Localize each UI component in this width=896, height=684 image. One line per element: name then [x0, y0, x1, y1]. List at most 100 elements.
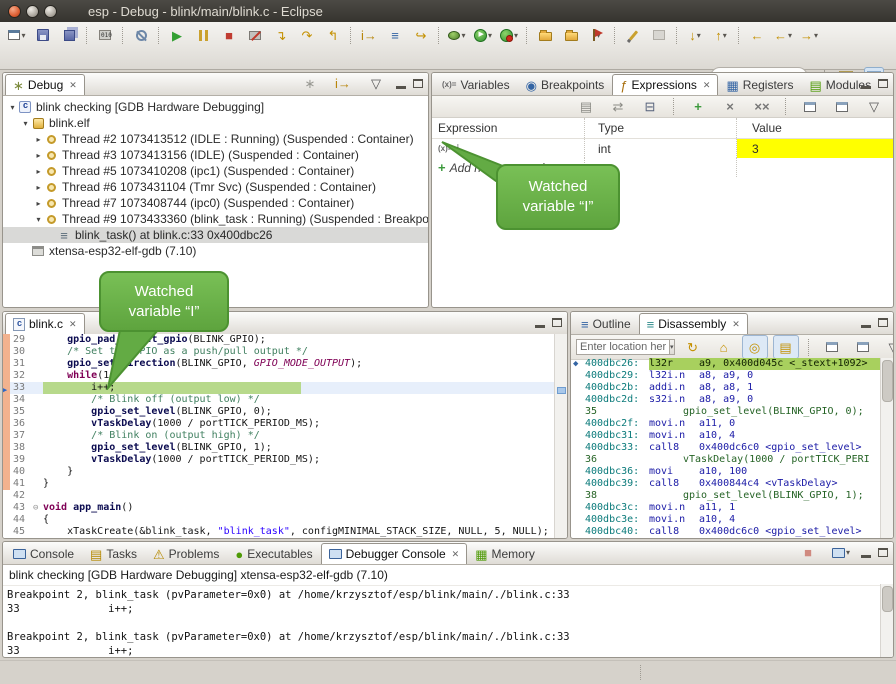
tab-close-icon[interactable]: ✕ [69, 319, 77, 330]
code-line[interactable]: 32 while(1) [3, 370, 555, 382]
run-button[interactable]: ▾ [470, 23, 496, 47]
open-project-button[interactable] [558, 23, 584, 47]
sync-with-context-button[interactable]: ◎ [742, 335, 768, 359]
debug-tree-item[interactable]: ▸Thread #3 1073413156 (IDLE) (Suspended … [3, 147, 428, 163]
forward-button[interactable]: →▾ [796, 23, 822, 47]
code-line[interactable]: 43⊖void app_main() [3, 502, 555, 514]
fold-marker-icon[interactable]: ⊖ [33, 502, 43, 514]
window-minimize-button[interactable] [26, 5, 39, 18]
new-wizard-button[interactable]: ▾ [4, 23, 30, 47]
last-edit-location-button[interactable]: ↓▾ [682, 23, 708, 47]
code-line[interactable]: 36 vTaskDelay(1000 / portTICK_PERIOD_MS)… [3, 418, 555, 430]
annotation-marker[interactable] [557, 387, 566, 394]
maximize-button[interactable] [878, 318, 888, 327]
disassembly-location-input[interactable] [576, 339, 670, 355]
maximize-button[interactable] [413, 79, 423, 88]
save-button[interactable] [30, 23, 56, 47]
collapse-all-button[interactable]: ⊟ [637, 95, 663, 119]
tab-tasks[interactable]: ▤Tasks [82, 543, 145, 564]
disconnect-button[interactable] [242, 23, 268, 47]
debug-tree-item[interactable]: ▾blink.elf [3, 115, 428, 131]
instruction-stepping-button[interactable]: i→ [356, 23, 382, 47]
view-menu-button[interactable]: ▽ [861, 95, 887, 119]
code-line[interactable]: 31 gpio_set_direction(BLINK_GPIO, GPIO_M… [3, 358, 555, 370]
window-maximize-button[interactable] [44, 5, 57, 18]
launch-shortcut-button[interactable]: ▾ [584, 23, 610, 47]
tab-close-icon[interactable]: ✕ [69, 80, 77, 91]
minimize-button[interactable] [861, 86, 871, 89]
debug-tree-item[interactable]: ▸Thread #2 1073413512 (IDLE : Running) (… [3, 131, 428, 147]
terminate-console-button[interactable]: ■ [795, 541, 821, 565]
scrollbar-thumb[interactable] [882, 586, 893, 612]
code-line[interactable]: 29 gpio_pad_select_gpio(BLINK_GPIO); [3, 334, 555, 346]
tree-expander-icon[interactable]: ▸ [33, 183, 44, 192]
go-to-pc-button[interactable]: ⌂ [711, 335, 737, 359]
step-into-button[interactable]: ↴ [268, 23, 294, 47]
tab-console[interactable]: Console [5, 543, 82, 564]
debug-tree-item[interactable]: ▸Thread #6 1073431104 (Tmr Svc) (Suspend… [3, 179, 428, 195]
location-dropdown-icon[interactable]: ▾ [670, 339, 675, 355]
code-line[interactable]: 39 vTaskDelay(1000 / portTICK_PERIOD_MS)… [3, 454, 555, 466]
maximize-button[interactable] [552, 318, 562, 327]
column-expression[interactable]: Expression [432, 118, 585, 138]
new-project-button[interactable] [532, 23, 558, 47]
tab-variables[interactable]: (x)=Variables [434, 74, 518, 95]
code-line[interactable]: 38 gpio_set_level(BLINK_GPIO, 1); [3, 442, 555, 454]
back-dropdown-icon[interactable]: ▾ [788, 31, 792, 40]
tab-executables[interactable]: ●Executables [227, 543, 320, 564]
minimize-button[interactable] [396, 86, 406, 89]
tab-outline[interactable]: ≡Outline [573, 313, 639, 334]
tree-expander-icon[interactable]: ▸ [33, 167, 44, 176]
code-line[interactable]: 35 gpio_set_level(BLINK_GPIO, 0); [3, 406, 555, 418]
minimize-button[interactable] [535, 325, 545, 328]
code-line[interactable]: 41} [3, 478, 555, 490]
edit-step-filters-button[interactable]: ≡ [382, 23, 408, 47]
maximize-button[interactable] [878, 79, 888, 88]
tree-expander-icon[interactable]: ▸ [33, 151, 44, 160]
maximize-button[interactable] [878, 548, 888, 557]
use-step-filters-button[interactable]: ↪ [408, 23, 434, 47]
build-disabled-button[interactable] [646, 23, 672, 47]
resume-button[interactable]: ▶ [164, 23, 190, 47]
code-line[interactable]: 37 /* Blink on (output high) */ [3, 430, 555, 442]
external-tools-button[interactable]: ▾ [496, 23, 522, 47]
tab-expressions[interactable]: ƒExpressions✕ [612, 74, 718, 95]
instruction-stepping-mode-button[interactable]: i→ [330, 72, 356, 96]
pin-view-button[interactable] [850, 335, 876, 359]
skip-all-breakpoints-button[interactable] [128, 23, 154, 47]
pin-view-button[interactable] [829, 95, 855, 119]
tab-breakpoints[interactable]: ◉Breakpoints [518, 74, 613, 95]
tree-expander-icon[interactable]: ▾ [7, 103, 18, 112]
tab-close-icon[interactable]: ✕ [452, 549, 460, 560]
debug-tree-item[interactable]: ▸Thread #5 1073410208 (ipc1) (Suspended … [3, 163, 428, 179]
overview-ruler[interactable] [554, 334, 567, 538]
code-line[interactable]: 45 xTaskCreate(&blink_task, "blink_task"… [3, 526, 555, 538]
debug-tree-item[interactable]: ≡blink_task() at blink.c:33 0x400dbc26 [3, 227, 428, 243]
tab-close-icon[interactable]: ✕ [703, 80, 711, 91]
suspend-button[interactable] [190, 23, 216, 47]
code-line[interactable]: 30 /* Set the GPIO as a push/pull output… [3, 346, 555, 358]
tab-memory[interactable]: ▦Memory [467, 543, 543, 564]
remove-all-expressions-button[interactable]: ×× [749, 95, 775, 119]
disassembly-scrollbar[interactable] [880, 358, 893, 538]
debug-tree-item[interactable]: ▾Thread #9 1073433360 (blink_task : Runn… [3, 211, 428, 227]
scrollbar-thumb[interactable] [882, 360, 893, 402]
debug-tree-item[interactable]: ▸Thread #7 1073408744 (ipc0) (Suspended … [3, 195, 428, 211]
tree-expander-icon[interactable]: ▾ [20, 119, 31, 128]
external-tools-dropdown-icon[interactable]: ▾ [514, 31, 518, 40]
format-button[interactable] [620, 23, 646, 47]
tree-expander-icon[interactable]: ▾ [33, 215, 44, 224]
remove-expression-button[interactable]: × [717, 95, 743, 119]
build-button[interactable] [92, 23, 118, 47]
tab-debug[interactable]: ∗Debug✕ [5, 74, 85, 95]
next-annotation-button[interactable]: ↑▾ [708, 23, 734, 47]
tab-problems[interactable]: ⚠Problems [145, 543, 227, 564]
back-button[interactable]: ←▾ [770, 23, 796, 47]
code-line[interactable]: 33▶ i++; [3, 382, 555, 394]
back-to-editor-button[interactable]: ← [744, 23, 770, 47]
tree-expander-icon[interactable]: ▸ [33, 199, 44, 208]
last-edit-location-dropdown-icon[interactable]: ▾ [697, 31, 701, 40]
source-code-area[interactable]: 29 gpio_pad_select_gpio(BLINK_GPIO);30 /… [3, 334, 555, 538]
code-line[interactable]: 40 } [3, 466, 555, 478]
view-menu-button[interactable]: ▽ [363, 72, 389, 96]
